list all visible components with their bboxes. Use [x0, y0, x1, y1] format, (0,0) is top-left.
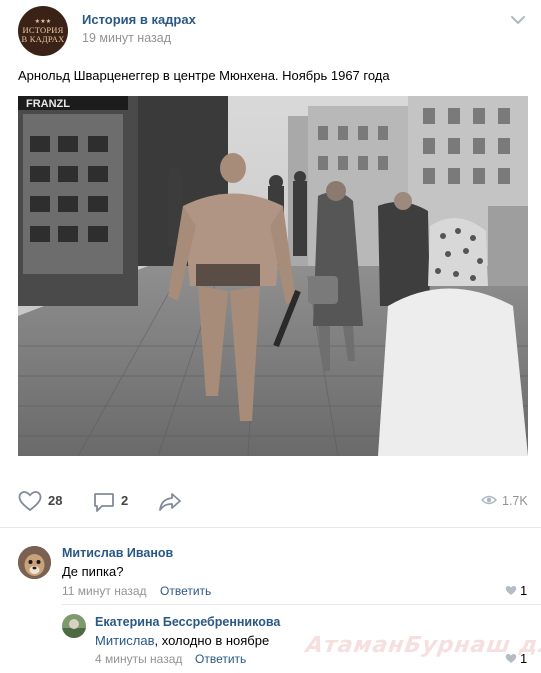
- reply-author[interactable]: Екатерина Бессребренникова: [95, 615, 280, 629]
- community-avatar[interactable]: ★★★ ИСТОРИЯ В КАДРАХ: [18, 6, 68, 56]
- comment-text: Де пипка?: [62, 564, 124, 579]
- reply-button[interactable]: Ответить: [160, 584, 211, 598]
- comment-time[interactable]: 11 минут назад: [62, 584, 147, 598]
- eye-icon: [481, 495, 497, 505]
- comment-count[interactable]: 2: [121, 493, 128, 508]
- chevron-down-icon[interactable]: [510, 14, 526, 26]
- reply-reply-button[interactable]: Ответить: [195, 652, 246, 666]
- post-photo[interactable]: FRANZL: [18, 96, 528, 456]
- comment-divider: [62, 604, 541, 605]
- commenter-avatar[interactable]: [18, 546, 51, 579]
- shop-sign: FRANZL: [26, 98, 70, 110]
- divider: [0, 527, 541, 528]
- comment-author[interactable]: Митислав Иванов: [62, 546, 173, 560]
- community-name[interactable]: История в кадрах: [82, 12, 196, 27]
- comment-like-count[interactable]: 1: [520, 583, 527, 598]
- watermark: АтаманБурнаш для ЯП: [304, 633, 541, 658]
- comment-heart-icon[interactable]: [505, 585, 517, 596]
- reply-avatar[interactable]: [62, 614, 86, 638]
- reply-mention[interactable]: Митислав: [95, 633, 155, 648]
- post-time[interactable]: 19 минут назад: [82, 31, 171, 45]
- reply-text: Митислав, холодно в ноябре: [95, 633, 269, 648]
- view-count: 1.7K: [502, 494, 528, 508]
- comment-icon[interactable]: [92, 491, 116, 513]
- reply-time[interactable]: 4 минуты назад: [95, 652, 182, 666]
- like-count[interactable]: 28: [48, 493, 62, 508]
- logo-line-2: В КАДРАХ: [21, 33, 65, 44]
- post-text: Арнольд Шварценеггер в центре Мюнхена. Н…: [18, 68, 390, 83]
- heart-icon[interactable]: [18, 490, 42, 512]
- share-icon[interactable]: [158, 491, 182, 513]
- reply-body: , холодно в ноябре: [154, 633, 270, 648]
